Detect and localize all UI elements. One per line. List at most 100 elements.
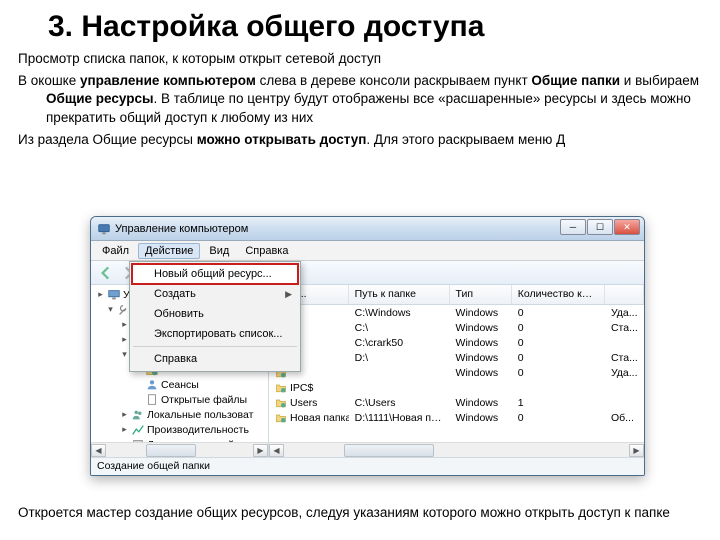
tree-toggle-icon[interactable]: ▸ <box>95 289 106 300</box>
tree-item[interactable]: Сеансы <box>91 377 268 392</box>
cell-desc: Ста... <box>605 352 644 364</box>
close-button[interactable]: ✕ <box>614 219 640 235</box>
maximize-button[interactable]: ☐ <box>587 219 613 235</box>
cell-desc: Об... <box>605 412 644 424</box>
cell-path: C:\ <box>349 322 450 334</box>
share-row[interactable]: C:\Windows0Ста... <box>269 320 644 335</box>
tree-toggle-icon[interactable] <box>133 379 144 390</box>
share-row[interactable]: IPC$ <box>269 380 644 395</box>
share-row[interactable]: UsersC:\UsersWindows1 <box>269 395 644 410</box>
tree-item[interactable]: Открытые файлы <box>91 392 268 407</box>
page-title: 3. Настройка общего доступа <box>48 10 702 44</box>
paragraph-2: В окошке управление компьютером слева в … <box>18 72 702 127</box>
text-bold: Общие ресурсы <box>46 91 154 106</box>
menu-view[interactable]: Вид <box>202 243 236 259</box>
action-dropdown: Новый общий ресурс... Создать▶ Обновить … <box>129 261 301 372</box>
cell-name: Users <box>269 397 349 409</box>
tree-label: Сеансы <box>161 379 199 391</box>
cell-clients: 0 <box>512 367 605 379</box>
cell-type: Windows <box>450 322 512 334</box>
cell-type: Windows <box>450 397 512 409</box>
text-bold: Общие папки <box>531 73 620 88</box>
tree-toggle-icon[interactable]: ▸ <box>119 424 130 435</box>
share-icon <box>275 412 287 424</box>
scroll-left-icon[interactable]: ◀ <box>269 444 284 457</box>
share-icon <box>275 397 287 409</box>
tree-node-icon <box>131 423 145 437</box>
share-row[interactable]: D:\Windows0Ста... <box>269 350 644 365</box>
tree-node-icon <box>145 378 159 392</box>
paragraph-4: Откроется мастер создание общих ресурсов… <box>18 504 702 522</box>
minimize-button[interactable]: ─ <box>560 219 586 235</box>
cell-clients: 1 <box>512 397 605 409</box>
share-row[interactable]: C:\WindowsWindows0Уда... <box>269 305 644 320</box>
window-title: Управление компьютером <box>115 223 248 235</box>
scroll-right-icon[interactable]: ▶ <box>253 444 268 457</box>
list-scrollbar[interactable]: ◀ ▶ <box>269 442 644 457</box>
cell-path: D:\1111\Новая па... <box>349 412 450 424</box>
tree-label: Производительность <box>147 424 249 436</box>
tree-toggle-icon[interactable] <box>133 394 144 405</box>
tree-node-icon <box>145 393 159 407</box>
text: Из раздела Общие ресурсы <box>18 132 197 147</box>
tree-toggle-icon[interactable]: ▸ <box>119 409 130 420</box>
cell-clients: 0 <box>512 352 605 364</box>
menu-help-item[interactable]: Справка <box>132 349 298 369</box>
menu-help[interactable]: Справка <box>238 243 295 259</box>
cell-path: C:\Windows <box>349 307 450 319</box>
computer-management-window: Управление компьютером ─ ☐ ✕ Файл Действ… <box>90 216 645 476</box>
cell-type: Windows <box>450 412 512 424</box>
menu-separator <box>133 346 297 347</box>
col-path[interactable]: Путь к папке <box>349 285 450 304</box>
share-row[interactable]: C:\crark50Windows0 <box>269 335 644 350</box>
cell-type: Windows <box>450 307 512 319</box>
tree-item[interactable]: ▸ Производительность <box>91 422 268 437</box>
tree-node-icon <box>131 408 145 422</box>
scroll-thumb[interactable] <box>344 444 434 457</box>
tree-toggle-icon[interactable]: ▾ <box>105 304 116 315</box>
cell-desc: Ста... <box>605 322 644 334</box>
paragraph-3: Из раздела Общие ресурсы можно открывать… <box>18 131 702 149</box>
tree-node-icon <box>107 288 121 302</box>
back-icon[interactable] <box>97 264 115 282</box>
col-desc[interactable] <box>605 285 644 304</box>
paragraph-1: Просмотр списка папок, к которым открыт … <box>18 50 702 68</box>
text-bold: можно открывать доступ <box>197 132 367 147</box>
cell-name: Новая папка <box>269 412 349 424</box>
scroll-thumb[interactable] <box>146 444 196 457</box>
col-clients[interactable]: Количество клиен... <box>512 285 605 304</box>
col-type[interactable]: Тип <box>450 285 512 304</box>
menu-file[interactable]: Файл <box>95 243 136 259</box>
share-row[interactable]: Новая папкаD:\1111\Новая па...Windows0Об… <box>269 410 644 425</box>
tree-label: Открытые файлы <box>161 394 247 406</box>
text: . Для этого раскрываем меню Д <box>366 132 565 147</box>
status-bar: Создание общей папки <box>91 457 644 475</box>
app-icon <box>97 222 111 236</box>
tree-item[interactable]: ▸ Локальные пользоват <box>91 407 268 422</box>
scroll-right-icon[interactable]: ▶ <box>629 444 644 457</box>
cell-clients: 0 <box>512 412 605 424</box>
cell-type: Windows <box>450 337 512 349</box>
text: Создать <box>154 288 196 300</box>
cell-path: D:\ <box>349 352 450 364</box>
menubar: Файл Действие Вид Справка <box>91 241 644 261</box>
column-headers: Общ... Путь к папке Тип Количество клиен… <box>269 285 644 305</box>
text-bold: управление компьютером <box>80 73 256 88</box>
cell-clients: 0 <box>512 337 605 349</box>
menu-refresh[interactable]: Обновить <box>132 304 298 324</box>
menu-new-share[interactable]: Новый общий ресурс... <box>132 264 298 284</box>
tree-scrollbar[interactable]: ◀ ▶ <box>91 442 268 457</box>
share-row[interactable]: Windows0Уда... <box>269 365 644 380</box>
menu-create[interactable]: Создать▶ <box>132 284 298 304</box>
menu-action[interactable]: Действие <box>138 243 200 259</box>
tree-label: Локальные пользоват <box>147 409 253 421</box>
text: и выбираем <box>620 73 699 88</box>
cell-path: C:\crark50 <box>349 337 450 349</box>
text: слева в дереве консоли раскрываем пункт <box>256 73 532 88</box>
scroll-left-icon[interactable]: ◀ <box>91 444 106 457</box>
menu-export-list[interactable]: Экспортировать список... <box>132 324 298 344</box>
cell-desc: Уда... <box>605 367 644 379</box>
list-pane: Общ... Путь к папке Тип Количество клиен… <box>269 285 644 457</box>
share-icon <box>275 382 287 394</box>
titlebar[interactable]: Управление компьютером ─ ☐ ✕ <box>91 217 644 241</box>
